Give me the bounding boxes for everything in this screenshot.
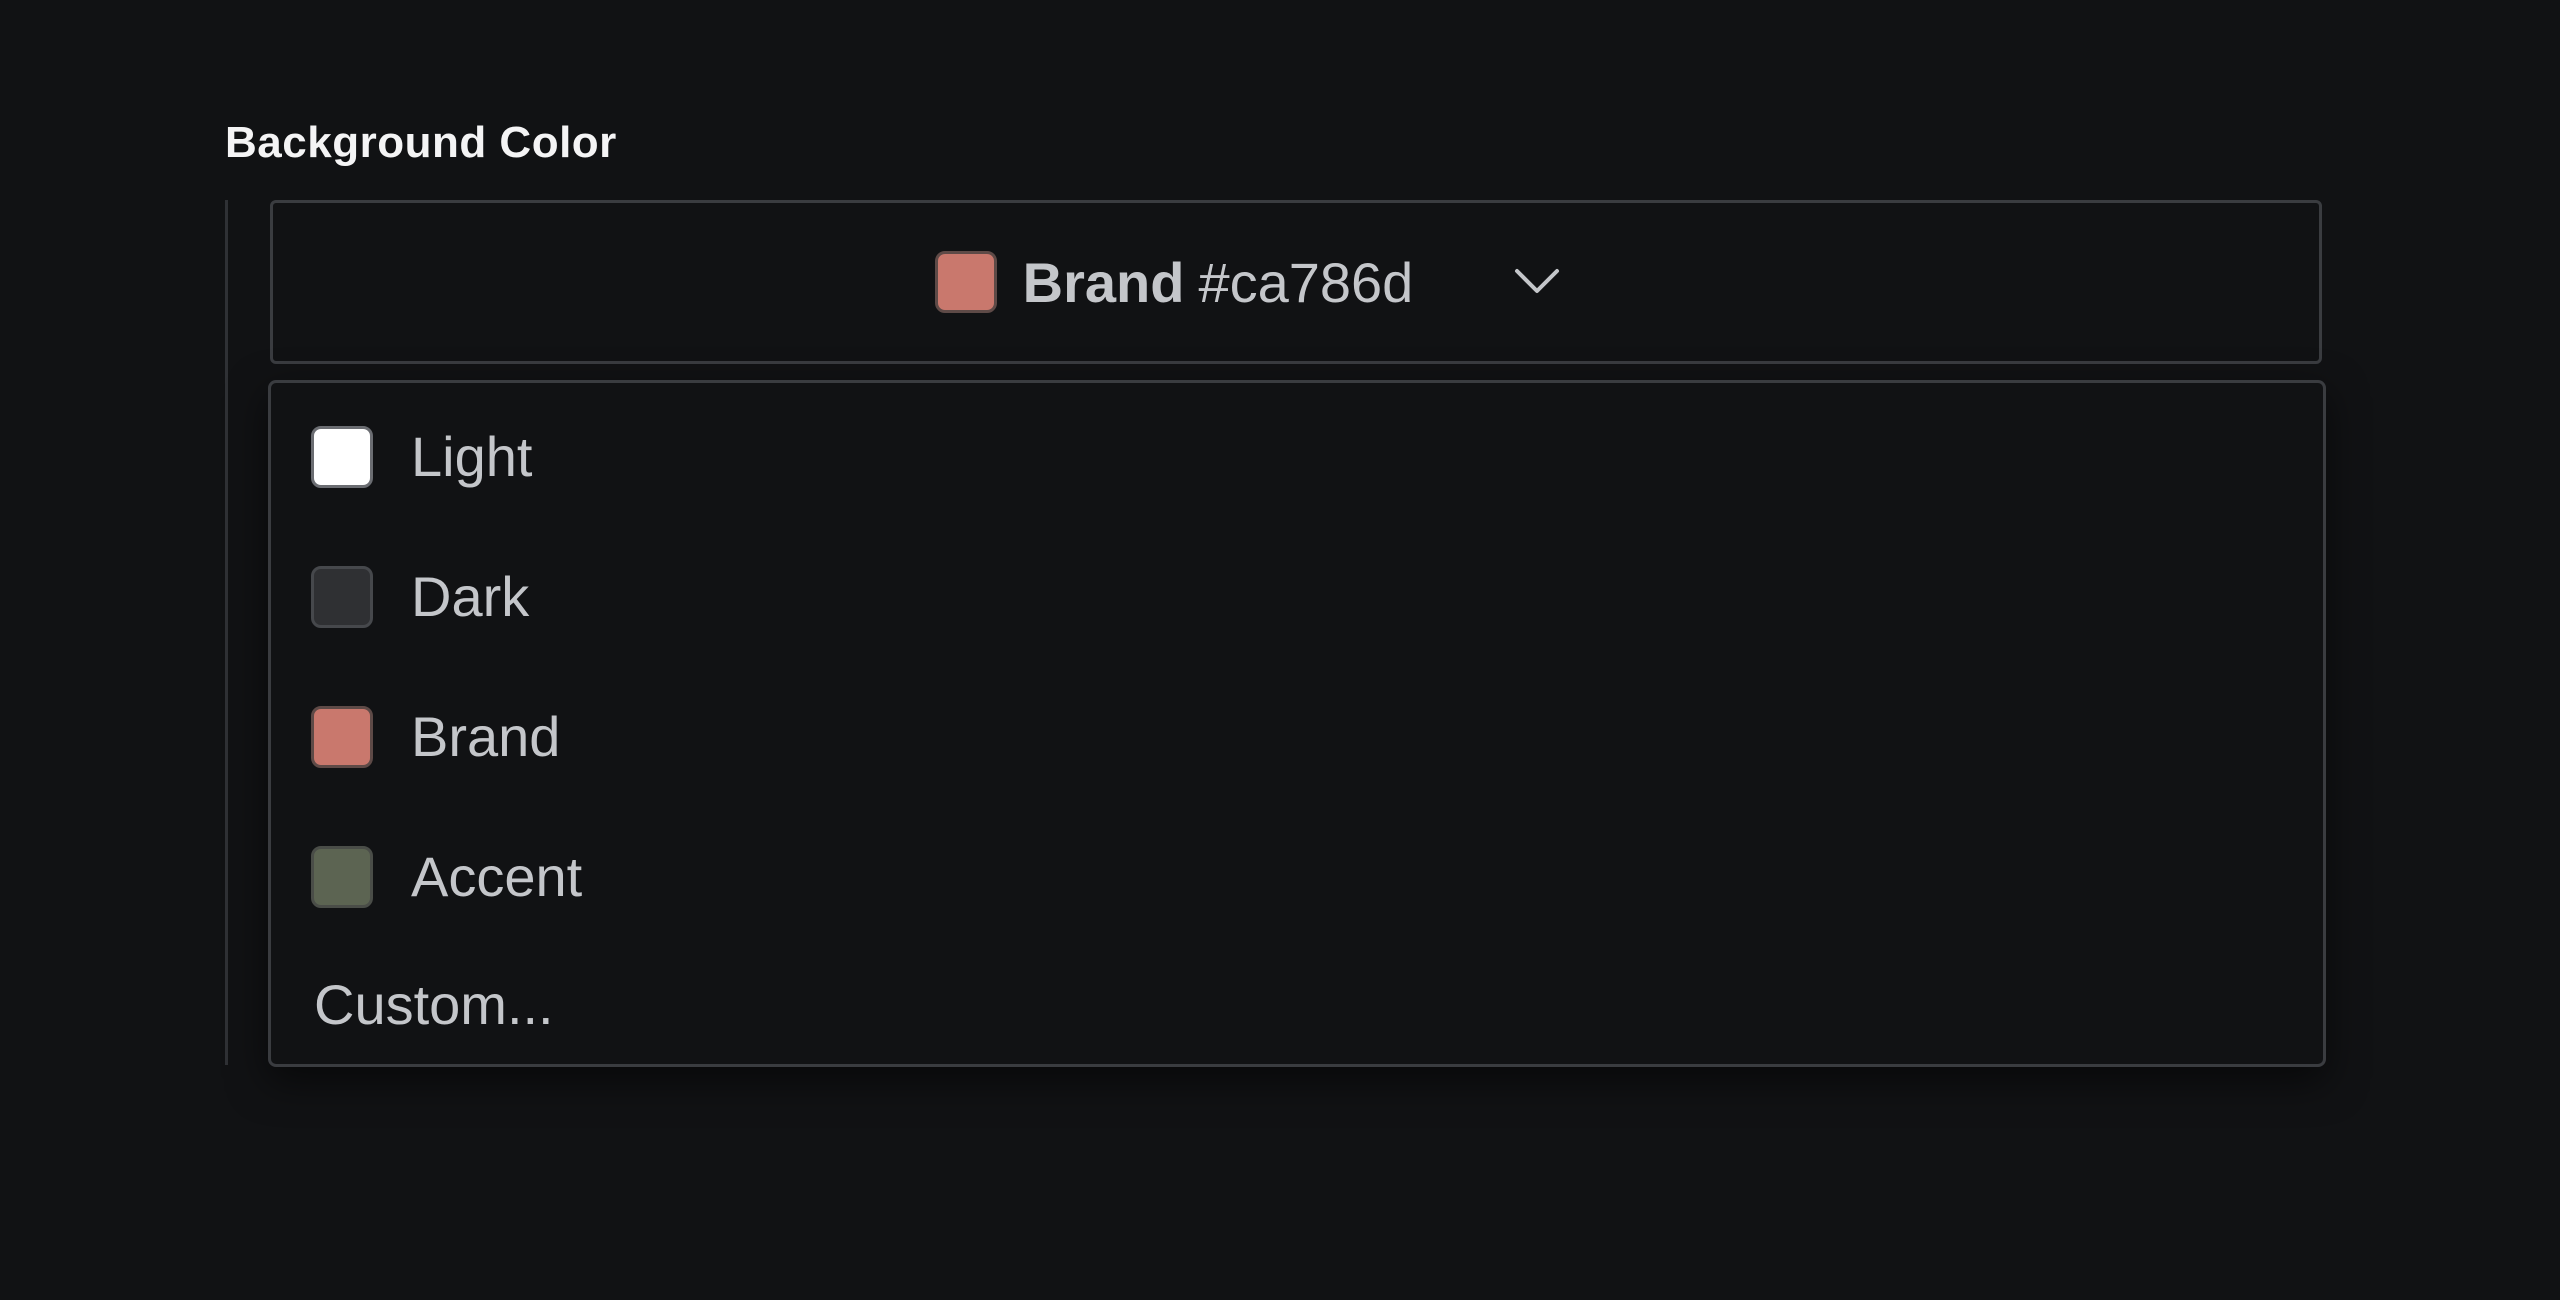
- option-label: Brand: [411, 705, 561, 768]
- option-label: Light: [411, 425, 533, 488]
- background-color-field: Background Color Brand #ca786d Light Dar…: [0, 0, 2560, 1300]
- color-dropdown-menu: Light Dark Brand Accent Custom...: [268, 380, 2326, 1067]
- field-label: Background Color: [225, 118, 617, 167]
- selected-color-swatch: [934, 251, 997, 313]
- option-custom[interactable]: Custom...: [314, 965, 554, 1045]
- brand-swatch: [311, 706, 373, 768]
- color-select-trigger[interactable]: Brand #ca786d: [270, 200, 2322, 364]
- option-brand[interactable]: Brand: [311, 697, 560, 777]
- option-light[interactable]: Light: [311, 417, 532, 497]
- dark-swatch: [311, 566, 373, 628]
- light-swatch: [311, 426, 373, 488]
- option-label: Accent: [411, 845, 583, 908]
- accent-swatch: [311, 846, 373, 908]
- option-dark[interactable]: Dark: [311, 557, 529, 637]
- selected-color-hex: #ca786d: [1198, 250, 1414, 314]
- trigger-content: Brand #ca786d: [934, 250, 1562, 315]
- field-left-rule: [225, 200, 228, 1065]
- selected-color-name: Brand: [1022, 250, 1185, 314]
- option-accent[interactable]: Accent: [311, 837, 582, 917]
- option-label: Custom...: [314, 973, 554, 1036]
- chevron-down-icon[interactable]: [1513, 258, 1561, 306]
- option-label: Dark: [411, 565, 530, 628]
